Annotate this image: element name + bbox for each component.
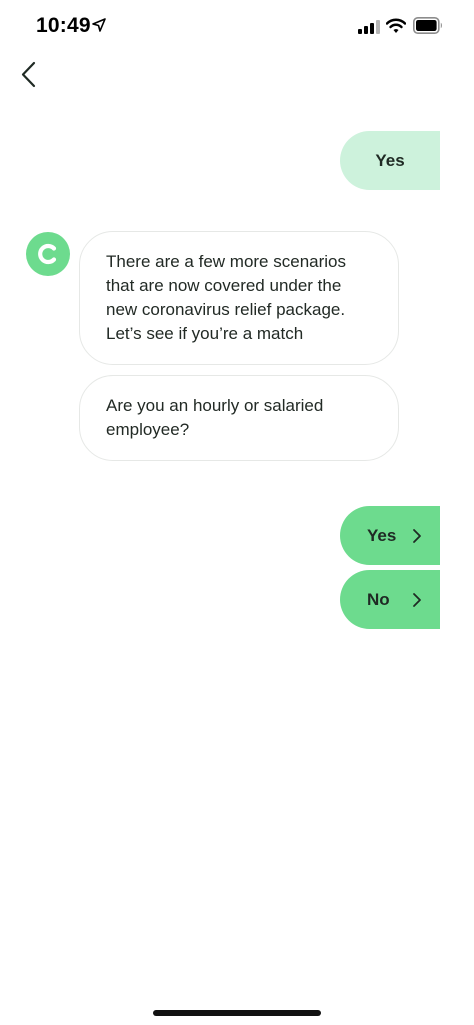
option-yes-label: Yes xyxy=(367,525,397,545)
location-arrow-icon xyxy=(92,18,106,32)
option-no-label: No xyxy=(367,589,390,609)
option-yes-button[interactable]: Yes xyxy=(340,506,440,565)
user-reply-bubble: Yes xyxy=(340,131,440,190)
battery-icon xyxy=(413,17,442,34)
back-button[interactable] xyxy=(14,58,46,92)
bot-avatar xyxy=(26,232,70,276)
status-bar: 10:49 xyxy=(0,0,474,54)
wifi-icon xyxy=(386,18,406,33)
chevron-right-icon xyxy=(413,592,421,607)
user-reply-text: Yes xyxy=(375,150,405,170)
home-indicator[interactable] xyxy=(153,1010,321,1016)
bot-message-bubble: There are a few more scenarios that are … xyxy=(79,231,399,365)
cellular-signal-icon xyxy=(358,20,380,34)
status-time: 10:49 xyxy=(36,14,91,37)
chevron-left-icon xyxy=(21,61,36,88)
bot-message-text: There are a few more scenarios that are … xyxy=(106,252,346,343)
bot-question-bubble: Are you an hourly or salaried employee? xyxy=(79,375,399,461)
c-letter-icon xyxy=(38,243,57,265)
bot-question-text: Are you an hourly or salaried employee? xyxy=(106,396,324,439)
option-no-button[interactable]: No xyxy=(340,570,440,629)
chevron-right-icon xyxy=(413,528,421,543)
